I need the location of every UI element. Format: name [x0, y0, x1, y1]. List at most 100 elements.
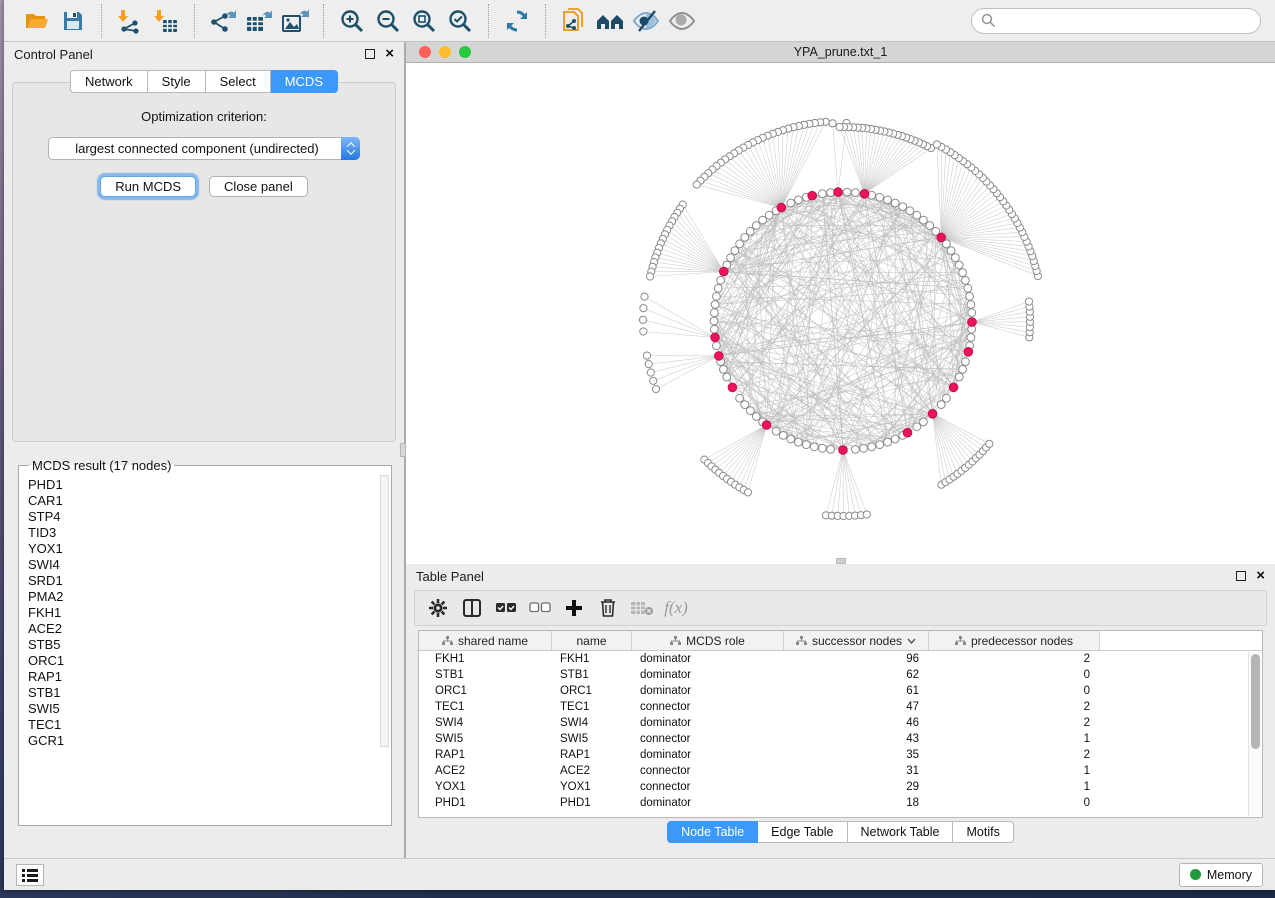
tab-mcds[interactable]: MCDS [271, 70, 338, 93]
leaf-node[interactable] [640, 305, 647, 312]
network-node[interactable] [926, 222, 934, 230]
mcds-result-item[interactable]: TEC1 [27, 717, 391, 733]
network-node[interactable] [710, 309, 718, 317]
tab-node-table[interactable]: Node Table [667, 821, 758, 843]
table-cell[interactable]: RAP1 [552, 747, 632, 763]
leaf-node[interactable] [652, 386, 659, 393]
zoom-out-icon[interactable] [370, 5, 406, 37]
table-cell[interactable]: 61 [784, 683, 929, 699]
table-cell[interactable]: 43 [784, 731, 929, 747]
tab-network-table[interactable]: Network Table [848, 821, 954, 843]
network-node[interactable] [955, 261, 963, 269]
network-node[interactable] [967, 334, 975, 342]
table-cell[interactable]: 35 [784, 747, 929, 763]
optimization-criterion-select[interactable]: largest connected component (undirected) [48, 137, 360, 160]
run-mcds-button[interactable]: Run MCDS [100, 176, 196, 197]
table-cell[interactable]: 31 [784, 763, 929, 779]
table-cell[interactable]: dominator [632, 667, 784, 683]
network-node[interactable] [967, 301, 975, 309]
network-node[interactable] [876, 441, 884, 449]
mcds-hub-node[interactable] [949, 383, 958, 392]
network-node[interactable] [884, 438, 892, 446]
network-node[interactable] [752, 413, 760, 421]
mcds-hub-node[interactable] [715, 352, 724, 361]
table-cell[interactable]: FKH1 [419, 651, 552, 667]
network-node[interactable] [779, 432, 787, 440]
export-image-icon[interactable] [277, 5, 313, 37]
table-cell[interactable]: dominator [632, 715, 784, 731]
column-header-shared-name[interactable]: shared name [419, 631, 552, 650]
table-row[interactable]: RAP1RAP1dominator352 [419, 747, 1262, 763]
mcds-result-item[interactable]: SWI4 [27, 557, 391, 573]
leaf-node[interactable] [829, 120, 836, 127]
network-node[interactable] [827, 446, 835, 454]
network-node[interactable] [852, 189, 860, 197]
tab-select[interactable]: Select [206, 70, 271, 93]
table-cell[interactable]: SWI5 [552, 731, 632, 747]
zoom-selected-icon[interactable] [442, 5, 478, 37]
leaf-node[interactable] [640, 328, 647, 335]
network-graph[interactable] [406, 63, 1275, 564]
table-cell[interactable]: SWI4 [419, 715, 552, 731]
table-cell[interactable]: TEC1 [419, 699, 552, 715]
import-network-icon[interactable] [112, 5, 148, 37]
network-node[interactable] [713, 292, 721, 300]
mcds-hub-node[interactable] [808, 191, 817, 200]
mcds-hub-node[interactable] [762, 421, 771, 430]
mcds-result-item[interactable]: RAP1 [27, 669, 391, 685]
network-node[interactable] [937, 401, 945, 409]
network-node[interactable] [711, 301, 719, 309]
leaf-node[interactable] [933, 141, 940, 148]
network-node[interactable] [714, 284, 722, 292]
leaf-node[interactable] [986, 440, 993, 447]
network-node[interactable] [860, 444, 868, 452]
mcds-hub-node[interactable] [968, 318, 977, 327]
network-node[interactable] [787, 435, 795, 443]
mcds-hub-node[interactable] [860, 190, 869, 199]
table-cell[interactable]: SWI5 [419, 731, 552, 747]
table-cell[interactable]: YOX1 [552, 779, 632, 795]
network-node[interactable] [736, 394, 744, 402]
zoom-fit-icon[interactable] [406, 5, 442, 37]
table-cell[interactable]: ACE2 [552, 763, 632, 779]
network-node[interactable] [727, 254, 735, 262]
network-node[interactable] [891, 435, 899, 443]
mcds-result-item[interactable]: STB1 [27, 685, 391, 701]
table-float-panel-icon[interactable] [1236, 571, 1246, 581]
network-node[interactable] [723, 373, 731, 381]
table-cell[interactable]: dominator [632, 651, 784, 667]
mcds-hub-node[interactable] [964, 348, 973, 357]
leaf-node[interactable] [744, 489, 751, 496]
table-cell[interactable]: PHD1 [419, 795, 552, 811]
close-panel-icon[interactable]: × [385, 49, 394, 59]
export-table-icon[interactable] [241, 5, 277, 37]
mcds-result-item[interactable]: STB5 [27, 637, 391, 653]
network-node[interactable] [713, 342, 721, 350]
table-cell[interactable]: 2 [929, 715, 1100, 731]
search-input[interactable] [1002, 13, 1251, 28]
network-node[interactable] [913, 423, 921, 431]
network-node[interactable] [802, 441, 810, 449]
delete-column-icon[interactable] [593, 594, 623, 622]
network-node[interactable] [759, 216, 767, 224]
network-node[interactable] [868, 443, 876, 451]
zoom-in-icon[interactable] [334, 5, 370, 37]
float-panel-icon[interactable] [365, 49, 375, 59]
network-node[interactable] [746, 407, 754, 415]
table-scrollbar[interactable] [1248, 652, 1261, 816]
mcds-result-item[interactable]: ORC1 [27, 653, 391, 669]
network-node[interactable] [731, 247, 739, 255]
column-header-predecessor-nodes[interactable]: predecessor nodes [929, 631, 1100, 650]
table-cell[interactable]: ORC1 [419, 683, 552, 699]
tab-edge-table[interactable]: Edge Table [758, 821, 847, 843]
leaf-node[interactable] [863, 511, 870, 518]
table-row[interactable]: ORC1ORC1dominator610 [419, 683, 1262, 699]
column-header-MCDS-role[interactable]: MCDS role [632, 631, 784, 650]
network-node[interactable] [741, 234, 749, 242]
leaf-node[interactable] [650, 377, 657, 384]
table-cell[interactable]: 0 [929, 683, 1100, 699]
network-node[interactable] [959, 269, 967, 277]
table-cell[interactable]: dominator [632, 683, 784, 699]
table-cell[interactable]: TEC1 [552, 699, 632, 715]
table-cell[interactable]: 0 [929, 795, 1100, 811]
